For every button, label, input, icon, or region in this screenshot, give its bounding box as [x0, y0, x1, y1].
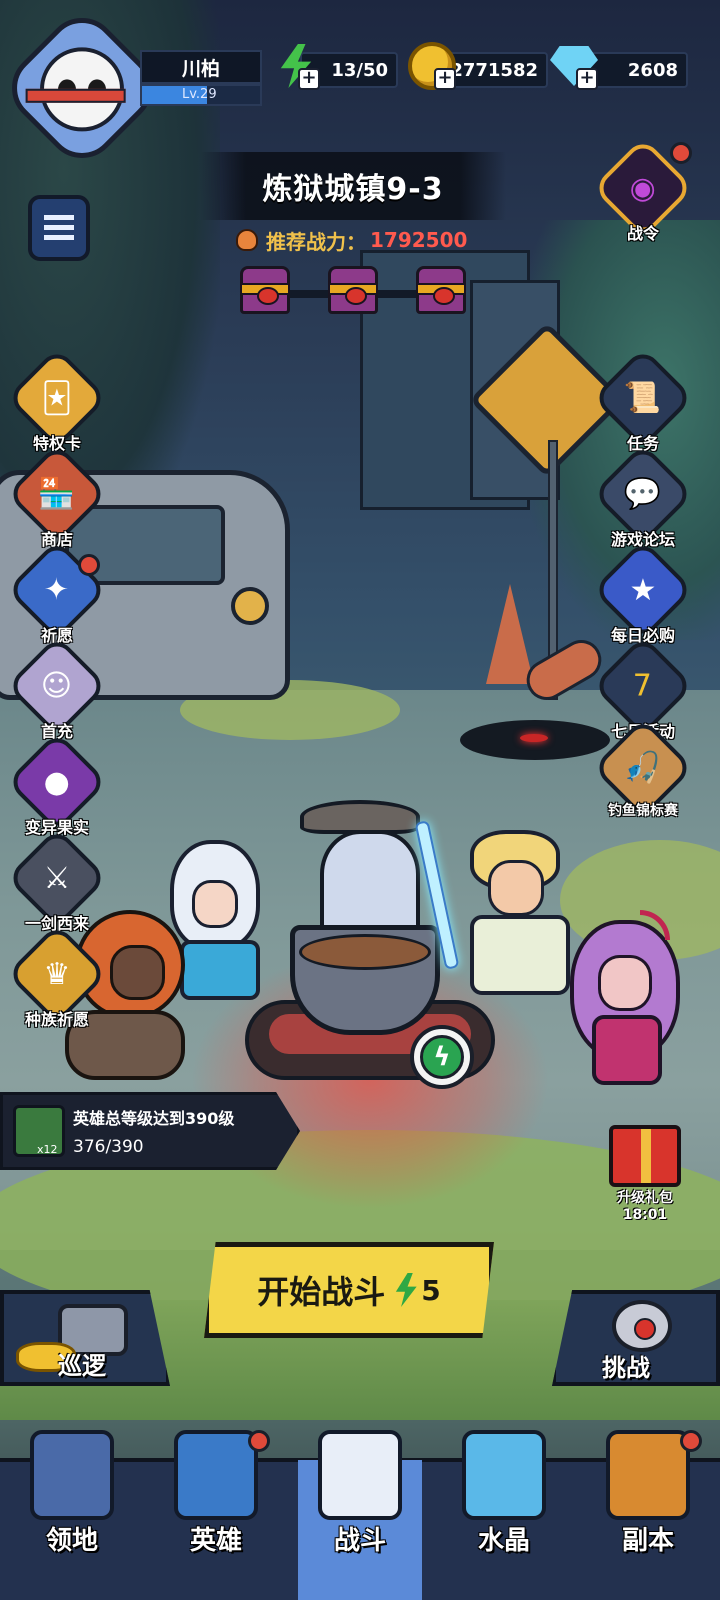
reward-chest-icon[interactable] — [240, 266, 290, 314]
quest-title: 英雄总等级达到390级 — [73, 1109, 235, 1128]
plus-icon: + — [434, 68, 456, 90]
reward-chest-icon[interactable] — [328, 266, 378, 314]
fist-power-icon — [236, 229, 258, 251]
side-item-shop[interactable]: 🏪 商店 — [6, 443, 108, 550]
wish-icon: ✦ — [44, 572, 70, 608]
level-up-gift[interactable]: 升级礼包 18:01 — [600, 1125, 690, 1225]
gift-label: 升级礼包 — [617, 1190, 673, 1206]
fishing-contest-icon: 🎣 — [624, 750, 662, 786]
territory-castle-icon — [30, 1430, 114, 1520]
notification-dot — [248, 1430, 270, 1452]
energy-bubble[interactable]: ϟ — [410, 1025, 474, 1089]
list-icon — [44, 215, 74, 241]
bottom-navigation: 领地 英雄 战斗 水晶 副本 — [0, 1420, 720, 1600]
side-item-fishing-contest[interactable]: 🎣 钓鱼锦标赛 — [592, 717, 694, 820]
gift-box-icon — [609, 1125, 681, 1187]
power-value: 1792500 — [370, 228, 468, 252]
race-wish-icon: ♛ — [43, 956, 71, 992]
demon-skull-icon — [612, 1300, 672, 1352]
nav-territory[interactable]: 领地 — [0, 1420, 144, 1600]
reward-count: x12 — [37, 1143, 58, 1156]
main-menu-button[interactable] — [28, 195, 90, 261]
side-item-sword-event[interactable]: ⚔ 一剑西来 — [6, 827, 108, 934]
battle-energy-cost: 5 — [421, 1273, 441, 1307]
hero-hat-icon — [174, 1430, 258, 1520]
start-battle-label: 开始战斗 — [257, 1273, 386, 1311]
seven-day-icon: 7 — [633, 668, 653, 704]
hero-succubus — [540, 910, 700, 1090]
energy-bolt-icon — [395, 1273, 417, 1307]
ground-crack — [460, 720, 610, 760]
quest-progress: 376/390 — [73, 1137, 144, 1157]
battle-sword-icon — [318, 1430, 402, 1520]
challenge-button[interactable]: 挑战 — [552, 1290, 720, 1386]
side-item-race-wish[interactable]: ♛ 种族祈愿 — [6, 923, 108, 1030]
challenge-label: 挑战 — [602, 1354, 650, 1382]
shop-icon: 🏪 — [38, 476, 76, 512]
traffic-cone — [486, 584, 534, 684]
notification-dot — [670, 142, 692, 164]
side-item-wish[interactable]: ✦ 祈愿 — [6, 539, 108, 646]
sword-event-icon: ⚔ — [43, 860, 71, 896]
patrol-label: 巡逻 — [58, 1352, 106, 1380]
mutant-fruit-icon: ● — [43, 764, 71, 800]
daily-deal-icon: ★ — [629, 572, 657, 608]
nav-crystal[interactable]: 水晶 — [432, 1420, 576, 1600]
player-level-bar: Lv.29 — [140, 84, 262, 106]
nav-heroes[interactable]: 英雄 — [144, 1420, 288, 1600]
nav-dungeon[interactable]: 副本 — [576, 1420, 720, 1600]
notification-dot — [680, 1430, 702, 1452]
side-item-quests[interactable]: 📜 任务 — [592, 347, 694, 454]
crystal-icon — [462, 1430, 546, 1520]
quest-scroll-icon: 📜 — [624, 380, 662, 416]
gift-timer: 18:01 — [622, 1207, 668, 1223]
plus-icon: + — [576, 68, 598, 90]
patrol-button[interactable]: 巡逻 — [0, 1290, 170, 1386]
power-label: 推荐战力： — [266, 229, 366, 254]
stage-reward-chests — [240, 264, 470, 322]
add-energy-button[interactable]: + — [268, 38, 324, 94]
cooking-pot — [290, 925, 440, 1035]
stage-title: 炼狱城镇9-3 — [262, 172, 444, 207]
player-name: 川柏 — [140, 50, 262, 84]
side-item-first-recharge[interactable]: ☺ 首充 — [6, 635, 108, 742]
nav-battle[interactable]: 战斗 — [288, 1420, 432, 1600]
side-item-battle-pass[interactable]: ◉ 战令 — [592, 137, 694, 244]
first-recharge-icon: ☺ — [41, 668, 73, 704]
privilege-card-icon: 🃏 — [41, 380, 73, 416]
start-battle-button[interactable]: 开始战斗 5 — [204, 1242, 494, 1338]
plus-icon: + — [298, 68, 320, 90]
side-item-privilege-card[interactable]: 🃏 特权卡 — [6, 347, 108, 454]
add-gold-button[interactable]: + — [404, 38, 460, 94]
reward-chest-icon[interactable] — [416, 266, 466, 314]
stage-banner: 炼狱城镇9-3 — [200, 152, 506, 220]
forum-chat-icon: 💬 — [624, 476, 662, 512]
side-item-forum[interactable]: 💬 游戏论坛 — [592, 443, 694, 550]
notification-dot — [78, 554, 100, 576]
dungeon-portal-icon — [606, 1430, 690, 1520]
side-item-mutant-fruit[interactable]: ● 变异果实 — [6, 731, 108, 838]
side-item-daily-deal[interactable]: ★ 每日必购 — [592, 539, 694, 646]
recommended-power: 推荐战力： 1792500 — [236, 224, 496, 256]
quest-banner[interactable]: x12 英雄总等级达到390级 376/390 — [0, 1092, 300, 1170]
player-level: Lv.29 — [182, 87, 217, 102]
add-gem-button[interactable]: + — [546, 38, 602, 94]
battle-pass-eye-icon: ◉ — [629, 170, 657, 206]
lightning-icon: ϟ — [420, 1035, 464, 1079]
